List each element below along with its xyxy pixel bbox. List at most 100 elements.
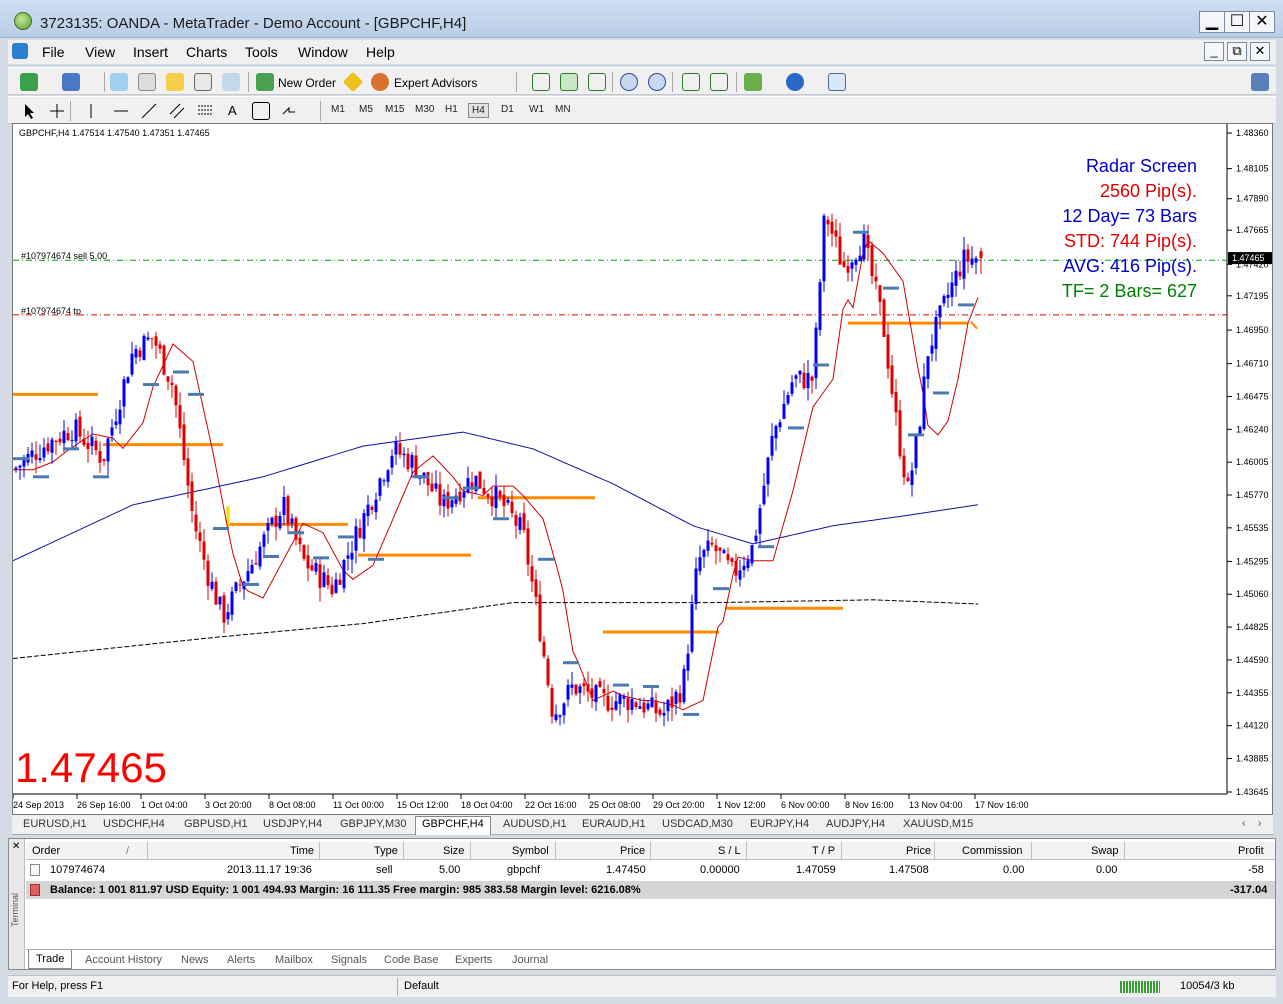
tab-journal[interactable]: Journal (512, 954, 548, 966)
text-label-icon[interactable] (252, 102, 270, 120)
mdi-restore-button[interactable]: ⧉ (1227, 42, 1247, 61)
col-commission[interactable]: Commission (962, 845, 1023, 857)
cursor-icon[interactable] (20, 102, 38, 120)
candlestick-chart-icon[interactable] (560, 73, 578, 91)
tab-account-history[interactable]: Account History (85, 954, 162, 966)
close-button[interactable]: ✕ (1249, 11, 1275, 33)
horizontal-line-icon[interactable] (112, 102, 130, 120)
col-order[interactable]: Order (32, 845, 60, 857)
menu-file[interactable]: File (42, 44, 65, 60)
menu-insert[interactable]: Insert (133, 44, 168, 60)
col-symbol[interactable]: Symbol (512, 845, 549, 857)
candle-body (970, 258, 974, 265)
tab-news[interactable]: News (181, 954, 209, 966)
chart-window-icon[interactable] (12, 43, 28, 59)
mdi-close-button[interactable]: ✕ (1250, 42, 1270, 61)
arrows-icon[interactable] (280, 102, 298, 120)
col-size[interactable]: Size (443, 845, 464, 857)
col-stop-loss[interactable]: S / L (718, 845, 741, 857)
menu-tools[interactable]: Tools (245, 44, 278, 60)
timeframe-m30[interactable]: M30 (412, 103, 437, 116)
tabs-scroll-right-icon[interactable]: › (1258, 818, 1261, 829)
timeframe-m1[interactable]: M1 (328, 103, 348, 116)
timeframe-m15[interactable]: M15 (382, 103, 407, 116)
zoom-out-icon[interactable] (648, 73, 666, 91)
menu-view[interactable]: View (85, 44, 115, 60)
tab-alerts[interactable]: Alerts (227, 954, 255, 966)
metaeditor-icon[interactable] (342, 71, 364, 93)
tab-mailbox[interactable]: Mailbox (275, 954, 313, 966)
menu-window[interactable]: Window (298, 44, 348, 60)
tab-trade[interactable]: Trade (28, 950, 73, 969)
price-axis-label: 1.46005 (1236, 457, 1269, 467)
trendline-icon[interactable] (140, 102, 158, 120)
tab-gbpusd-h1[interactable]: GBPUSD,H1 (184, 818, 248, 830)
balance-row: Balance: 1 001 811.97 USD Equity: 1 001 … (26, 881, 1275, 899)
new-order-button[interactable]: New Order (278, 76, 336, 90)
col-take-profit[interactable]: T / P (812, 845, 835, 857)
order-row[interactable]: 107974674 2013.11.17 19:36 sell 5.00 gbp… (26, 861, 1275, 879)
candle-body (282, 497, 286, 516)
col-type[interactable]: Type (374, 845, 398, 857)
tab-eurusd-h1[interactable]: EURUSD,H1 (23, 818, 87, 830)
col-swap[interactable]: Swap (1091, 845, 1119, 857)
tab-eurjpy-h4[interactable]: EURJPY,H4 (750, 818, 809, 830)
tab-gbpchf-h4[interactable]: GBPCHF,H4 (415, 816, 491, 835)
expert-advisors-button[interactable]: Expert Advisors (394, 76, 477, 90)
market-watch-icon[interactable] (110, 73, 128, 91)
text-tool[interactable]: A (228, 103, 237, 118)
tab-usdchf-h4[interactable]: USDCHF,H4 (103, 818, 165, 830)
candle-body (926, 356, 930, 379)
zoom-in-icon[interactable] (620, 73, 638, 91)
expert-advisors-icon[interactable] (371, 73, 389, 91)
menu-help[interactable]: Help (366, 44, 395, 60)
col-profit[interactable]: Profit (1238, 845, 1264, 857)
tab-code-base[interactable]: Code Base (384, 954, 438, 966)
fibonacci-icon[interactable] (196, 102, 214, 120)
tabs-scroll-left-icon[interactable]: ‹ (1242, 818, 1245, 829)
menu-charts[interactable]: Charts (186, 44, 227, 60)
terminal-close-icon[interactable]: ✕ (12, 841, 20, 852)
tab-audusd-h1[interactable]: AUDUSD,H1 (503, 818, 567, 830)
channel-icon[interactable] (168, 102, 186, 120)
tab-experts[interactable]: Experts (455, 954, 492, 966)
tab-usdjpy-h4[interactable]: USDJPY,H4 (263, 818, 322, 830)
tab-euraud-h1[interactable]: EURAUD,H1 (582, 818, 646, 830)
navigator-icon[interactable] (166, 73, 184, 91)
templates-icon[interactable] (828, 73, 846, 91)
minimize-button[interactable]: ▁ (1199, 11, 1225, 33)
timeframe-h4[interactable]: H4 (468, 103, 489, 118)
chart-shift-icon[interactable] (710, 73, 728, 91)
new-chart-icon[interactable] (20, 73, 38, 91)
col-price[interactable]: Price (620, 845, 645, 857)
timeframe-mn[interactable]: MN (552, 103, 574, 116)
new-order-icon[interactable] (256, 73, 274, 91)
chat-icon[interactable] (1251, 73, 1269, 91)
timeframe-w1[interactable]: W1 (526, 103, 547, 116)
col-time[interactable]: Time (290, 845, 314, 857)
crosshair-icon[interactable] (48, 102, 66, 120)
timeframe-d1[interactable]: D1 (498, 103, 517, 116)
tab-signals[interactable]: Signals (331, 954, 367, 966)
col-current-price[interactable]: Price (906, 845, 931, 857)
mdi-minimize-button[interactable]: _ (1204, 42, 1224, 61)
profiles-icon[interactable] (62, 73, 80, 91)
indicators-icon[interactable] (744, 73, 762, 91)
tab-gbpjpy-m30[interactable]: GBPJPY,M30 (340, 818, 406, 830)
bar-chart-icon[interactable] (532, 73, 550, 91)
timeframe-h1[interactable]: H1 (442, 103, 461, 116)
periods-icon[interactable] (786, 73, 804, 91)
vertical-line-icon[interactable] (82, 102, 100, 120)
auto-scroll-icon[interactable] (682, 73, 700, 91)
price-chart[interactable]: 1.48360 1.48105 1.47890 1.47665 1.47420 1.471… (12, 123, 1273, 815)
timeframe-m5[interactable]: M5 (356, 103, 376, 116)
maximize-button[interactable]: ☐ (1224, 11, 1250, 33)
tab-usdcad-m30[interactable]: USDCAD,M30 (662, 818, 733, 830)
line-chart-icon[interactable] (588, 73, 606, 91)
terminal-icon[interactable] (194, 73, 212, 91)
strategy-tester-icon[interactable] (222, 73, 240, 91)
candle-body (162, 345, 166, 375)
data-window-icon[interactable] (138, 73, 156, 91)
tab-audjpy-h4[interactable]: AUDJPY,H4 (826, 818, 885, 830)
tab-xauusd-m15[interactable]: XAUUSD,M15 (903, 818, 973, 830)
